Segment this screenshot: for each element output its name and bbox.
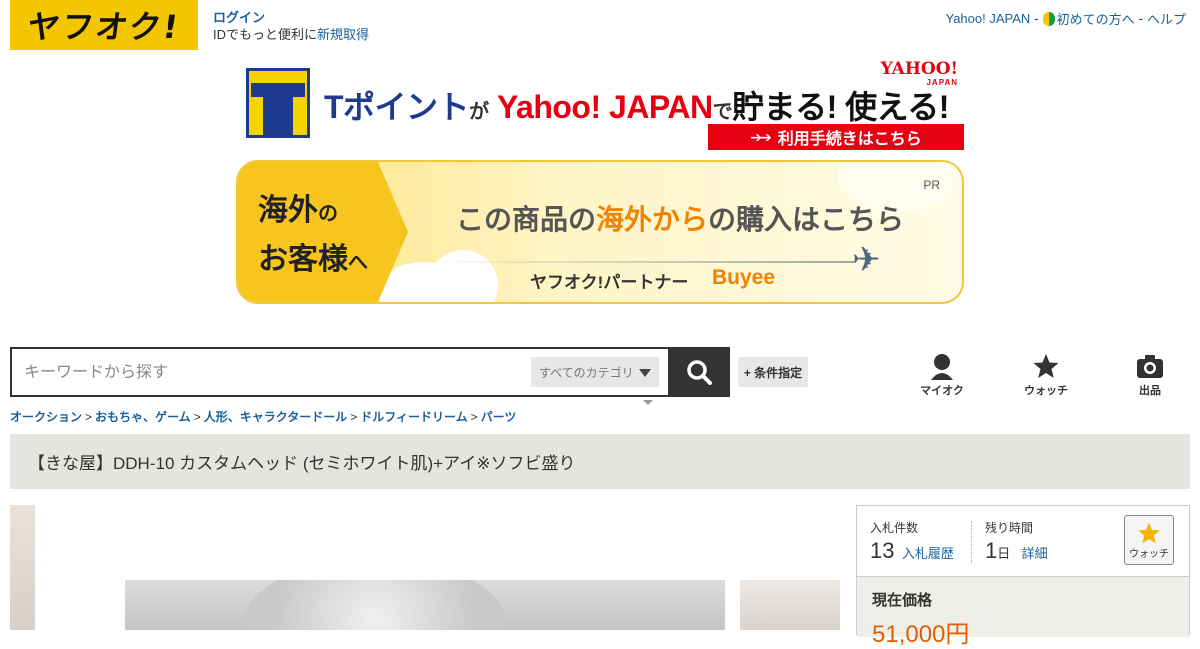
separator: - [1034, 11, 1039, 26]
login-sub-text: IDでもっと便利に [213, 27, 318, 42]
tpoint-banner[interactable]: Tポイントが Yahoo! JAPANで貯まる! 使える! YAHOO! JAP… [244, 60, 964, 152]
bid-count-value: 13 [870, 538, 895, 563]
separator: - [1138, 11, 1143, 26]
pr-label: PR [923, 178, 940, 192]
main-product-image[interactable] [125, 580, 725, 630]
breadcrumb-item[interactable]: パーツ [481, 410, 517, 424]
nav-sell[interactable]: 出品 [1098, 352, 1200, 398]
nav-myauction[interactable]: マイオク [890, 352, 994, 398]
time-left-unit: 日 [997, 546, 1011, 561]
time-left-block: 残り時間 1日 詳細 [985, 519, 1048, 564]
search-icon [687, 360, 712, 385]
buyee-banner[interactable]: 海外の お客様へ この商品の海外からの購入はこちら ✈ ヤフオク!パートナー B… [236, 160, 964, 304]
yahoo-japan-link[interactable]: Yahoo! JAPAN [945, 11, 1030, 26]
details-link[interactable]: 詳細 [1022, 546, 1048, 561]
search-input[interactable] [22, 359, 526, 387]
breadcrumb: オークション > おもちゃ、ゲーム > 人形、キャラクタードール > ドルフィードリーム > パ… [10, 410, 517, 424]
beginners-link[interactable]: 初めての方へ [1042, 9, 1135, 28]
next-image-thumbnail[interactable] [740, 580, 840, 630]
price-area: 現在価格 51,000円 [857, 577, 1189, 648]
current-price-value: 51,000円 [872, 621, 970, 648]
login-block: ログイン IDでもっと便利に新規取得 [213, 9, 369, 43]
yahuoku-logo[interactable]: ヤフオク! [10, 0, 198, 50]
logo-text: ヤフオク! [25, 8, 183, 46]
bid-count-label: 入札件数 [870, 521, 919, 535]
bid-panel: 入札件数 13 入札履歴 残り時間 1日 詳細 ウォッチ 現在価格 51,000… [856, 505, 1190, 648]
buyee-left-text: 海外の お客様へ [258, 194, 368, 276]
beginner-mark-icon [1042, 12, 1055, 26]
item-title: 【きな屋】DDH-10 カスタムヘッド (セミホワイト肌)+アイ※ソフビ盛り [28, 454, 576, 473]
buyee-partner-label: ヤフオク!パートナー [530, 273, 689, 292]
search-bar: すべてのカテゴリ [10, 347, 730, 397]
time-left-value: 1 [985, 538, 998, 563]
item-title-bar: 【きな屋】DDH-10 カスタムヘッド (セミホワイト肌)+アイ※ソフビ盛り [10, 434, 1190, 489]
beginners-label: 初めての方へ [1056, 12, 1135, 27]
expand-arrow-icon[interactable] [643, 400, 653, 405]
nav-label: ウォッチ [1024, 385, 1068, 397]
watch-label: ウォッチ [1129, 548, 1169, 560]
conditions-button[interactable]: + 条件指定 [738, 357, 808, 387]
bid-history-link[interactable]: 入札履歴 [902, 546, 954, 561]
nav-watch[interactable]: ウォッチ [994, 352, 1098, 398]
category-select-label: すべてのカテゴリ [539, 365, 634, 380]
time-left-label: 残り時間 [985, 521, 1034, 535]
buyee-headline: この商品の海外からの購入はこちら [456, 204, 905, 235]
tpoint-cta-button[interactable]: ➔➔ 利用手続きはこちら [708, 124, 964, 150]
flight-line [434, 261, 854, 263]
prev-image-thumbnail[interactable] [10, 505, 35, 630]
breadcrumb-item[interactable]: 人形、キャラクタードール [204, 410, 348, 424]
nav-label: マイオク [920, 385, 964, 397]
breadcrumb-item[interactable]: ドルフィードリーム [360, 410, 467, 424]
yahoo-japan-logo: YAHOO! JAPAN [880, 59, 958, 88]
airplane-icon: ✈ [852, 241, 881, 279]
breadcrumb-item[interactable]: おもちゃ、ゲーム [95, 410, 191, 424]
star-icon [1033, 354, 1059, 378]
register-link[interactable]: 新規取得 [317, 27, 369, 42]
bid-count-block: 入札件数 13 入札履歴 [870, 519, 954, 564]
watch-button[interactable]: ウォッチ [1124, 515, 1174, 565]
breadcrumb-item[interactable]: オークション [10, 410, 82, 424]
tpoint-headline: Tポイントが Yahoo! JAPANで貯まる! 使える! [324, 89, 949, 125]
tpoint-logo-icon [246, 68, 310, 138]
person-icon [931, 354, 953, 380]
buyee-brand-logo: Buyee [712, 266, 776, 289]
dropdown-arrow-icon [639, 369, 651, 377]
top-links: Yahoo! JAPAN - 初めての方へ - ヘルプ [945, 9, 1186, 28]
star-icon [1138, 522, 1160, 543]
arrow-icon: ➔➔ [750, 128, 772, 145]
nav-label: 出品 [1139, 385, 1161, 397]
user-nav: マイオク ウォッチ 出品 [890, 352, 1200, 398]
help-link[interactable]: ヘルプ [1147, 9, 1186, 28]
tpoint-cta-label: 利用手続きはこちら [777, 131, 922, 148]
current-price-label: 現在価格 [872, 592, 933, 609]
camera-icon [1137, 355, 1163, 378]
category-select[interactable]: すべてのカテゴリ [531, 357, 659, 387]
divider [971, 521, 972, 563]
login-link[interactable]: ログイン [213, 10, 265, 25]
search-button[interactable] [668, 347, 730, 397]
